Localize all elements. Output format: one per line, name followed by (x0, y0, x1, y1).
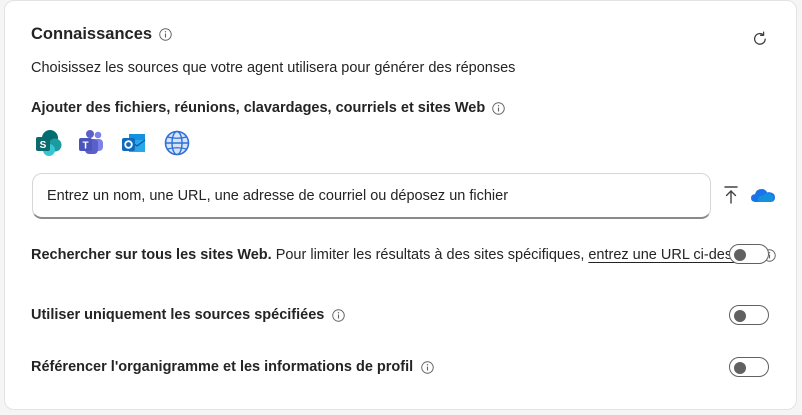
svg-text:T: T (82, 141, 88, 152)
info-icon[interactable] (492, 101, 505, 115)
outlook-icon[interactable] (119, 128, 149, 158)
upload-icon[interactable] (722, 185, 740, 205)
add-sources-heading: Ajouter des fichiers, réunions, clavarda… (31, 100, 486, 116)
svg-text:S: S (40, 140, 47, 151)
onedrive-icon[interactable] (750, 187, 776, 203)
source-search-input[interactable] (33, 187, 710, 204)
org-chart-row: Référencer l'organigramme et les informa… (31, 359, 434, 375)
web-search-description: Pour limiter les résultats à des sites s… (275, 247, 585, 263)
knowledge-card: Connaissances Choisissez les sources que… (4, 0, 797, 410)
source-icons: S T (33, 128, 192, 158)
org-chart-toggle[interactable] (729, 357, 769, 377)
web-search-label: Rechercher sur tous les sites Web. (31, 247, 272, 263)
web-search-row: Rechercher sur tous les sites Web. Pour … (31, 247, 776, 263)
info-icon[interactable] (332, 308, 346, 322)
info-icon[interactable] (421, 360, 434, 374)
knowledge-title: Connaissances (31, 25, 153, 43)
add-sources-heading-row: Ajouter des fichiers, réunions, clavarda… (31, 100, 505, 116)
org-chart-label: Référencer l'organigramme et les informa… (31, 359, 414, 375)
only-sources-label: Utiliser uniquement les sources spécifié… (31, 307, 325, 323)
info-icon[interactable] (159, 28, 172, 41)
toggle-knob (734, 362, 746, 374)
toggle-knob (734, 249, 746, 261)
knowledge-subtitle: Choisissez les sources que votre agent u… (31, 60, 516, 76)
web-search-toggle[interactable] (729, 244, 769, 264)
knowledge-title-row: Connaissances (31, 25, 172, 44)
refresh-icon[interactable] (751, 30, 769, 48)
source-search-box (32, 173, 711, 219)
globe-icon[interactable] (162, 128, 192, 158)
teams-icon[interactable]: T (76, 128, 106, 158)
sharepoint-icon[interactable]: S (33, 128, 63, 158)
only-sources-toggle[interactable] (729, 305, 769, 325)
toggle-knob (734, 310, 746, 322)
only-sources-row: Utiliser uniquement les sources spécifié… (31, 307, 346, 323)
